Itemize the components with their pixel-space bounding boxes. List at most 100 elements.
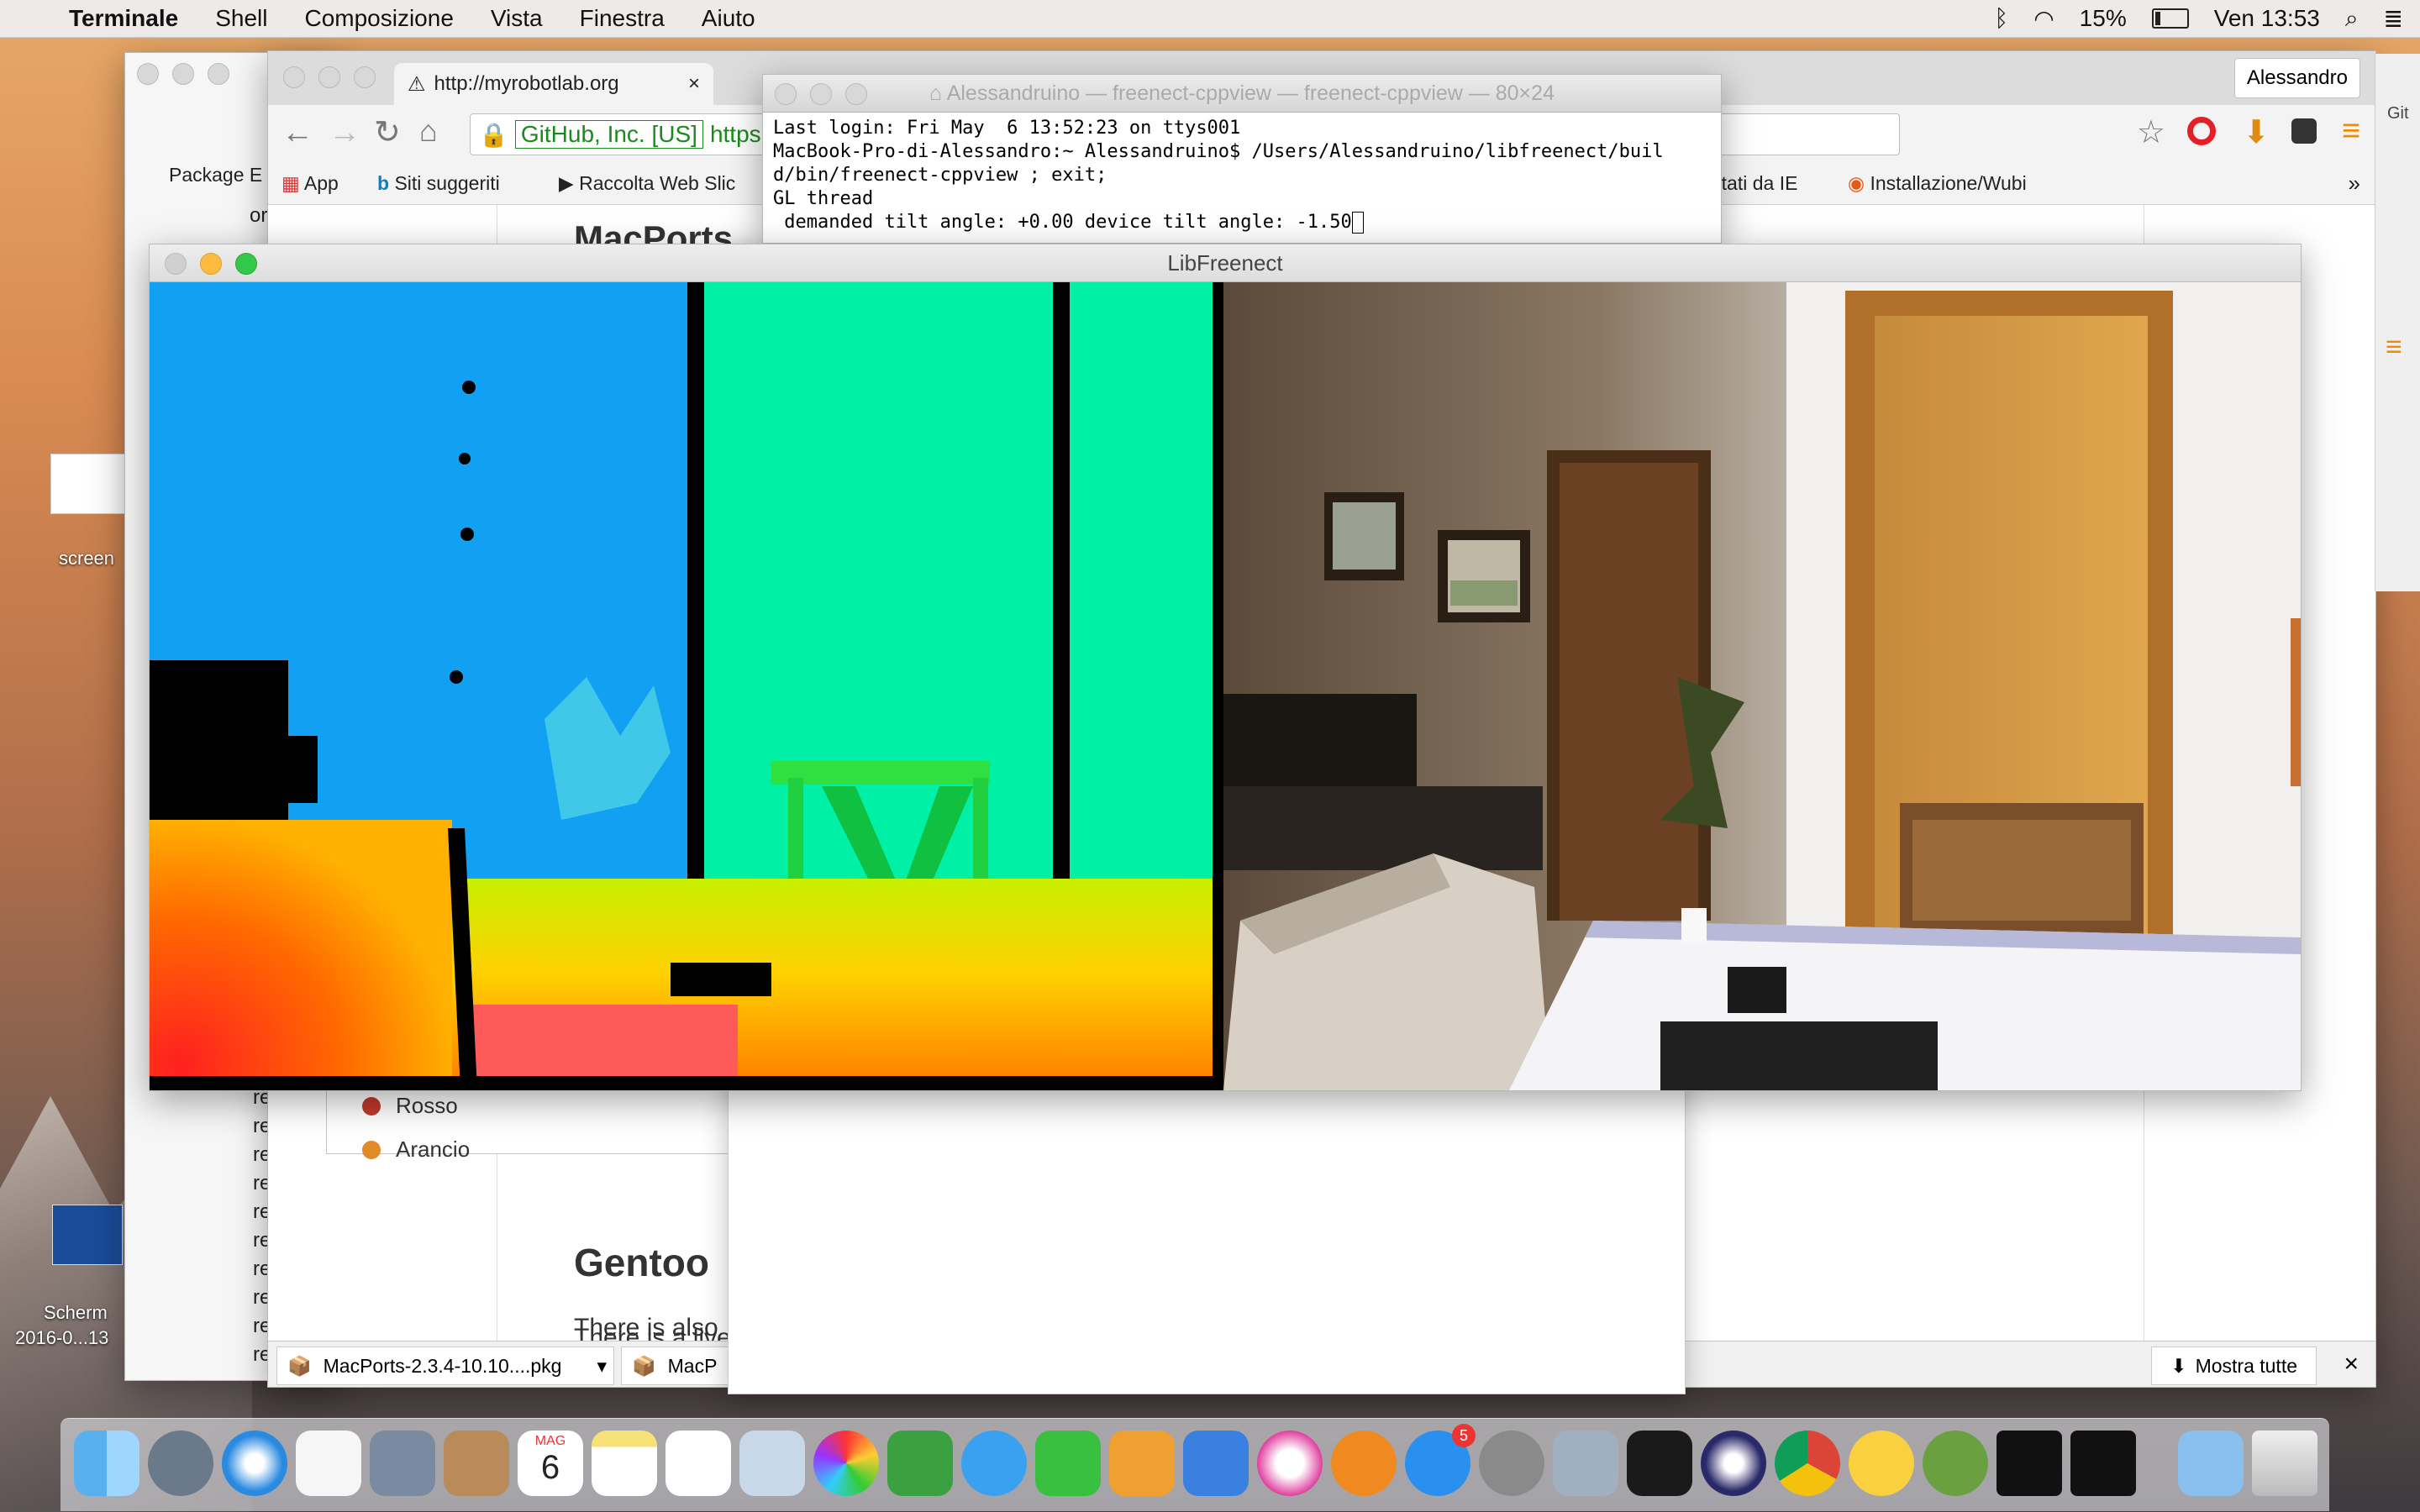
terminal-titlebar[interactable]: ⌂ Alessandruino — freenect-cppview — fre…	[763, 75, 1721, 113]
zoom-button[interactable]	[208, 63, 229, 85]
chrome-traffic-lights[interactable]	[283, 66, 376, 88]
keynote-icon[interactable]	[1183, 1431, 1249, 1496]
photos-icon[interactable]	[813, 1431, 879, 1496]
libfreenect-window[interactable]: LibFreenect	[149, 244, 2302, 1091]
ibooks-icon[interactable]	[1331, 1431, 1397, 1496]
network-utility-icon[interactable]	[1553, 1431, 1618, 1496]
reload-icon[interactable]: ↻	[374, 113, 401, 151]
notes-icon[interactable]	[592, 1431, 657, 1496]
facetime-icon[interactable]	[1035, 1431, 1101, 1496]
trash-icon[interactable]	[2252, 1431, 2317, 1496]
color-item-red[interactable]: Rosso	[362, 1093, 458, 1119]
bookmark-siti[interactable]: b Siti suggeriti	[377, 172, 500, 195]
menu-aiuto[interactable]: Aiuto	[683, 5, 774, 32]
pages-icon[interactable]	[1109, 1431, 1175, 1496]
android-studio-icon[interactable]	[1923, 1431, 1988, 1496]
menu-vista[interactable]: Vista	[472, 5, 561, 32]
close-button[interactable]	[775, 83, 797, 105]
bing-icon: b	[377, 172, 390, 194]
libfreenect-traffic-lights[interactable]	[165, 253, 257, 275]
bluetooth-icon[interactable]: ᛒ	[1994, 5, 2008, 32]
launchpad-icon[interactable]	[148, 1431, 213, 1496]
download-arrow-icon: ⬇	[2170, 1354, 2187, 1377]
star-icon[interactable]: ☆	[2137, 113, 2165, 151]
menu-icon[interactable]: ≡	[2342, 113, 2360, 150]
profile-button[interactable]: Alessandro	[2233, 58, 2360, 98]
minimize-button[interactable]	[318, 66, 340, 88]
terminal-output[interactable]: Last login: Fri May 6 13:52:23 on ttys00…	[773, 117, 1664, 234]
tree-item[interactable]: or	[250, 204, 267, 228]
tab-myrobotlab[interactable]: ⚠ http://myrobotlab.org ×	[394, 63, 713, 105]
eclipse-icon[interactable]	[1701, 1431, 1766, 1496]
downloads-folder-icon[interactable]	[2178, 1431, 2244, 1496]
bookmark-ie[interactable]: rtati da IE	[1715, 172, 1797, 195]
home-icon[interactable]: ⌂	[419, 113, 438, 149]
desktop-file-screen[interactable]	[50, 454, 136, 514]
libfreenect-titlebar[interactable]: LibFreenect	[150, 244, 2301, 282]
terminal-traffic-lights[interactable]	[775, 83, 867, 105]
bookmark-apps[interactable]: ▦ App	[281, 172, 339, 195]
close-button[interactable]	[283, 66, 305, 88]
package-explorer-label[interactable]: Package E	[169, 164, 262, 186]
minimize-button[interactable]	[200, 253, 222, 275]
close-button[interactable]	[165, 253, 187, 275]
messages-icon[interactable]	[961, 1431, 1027, 1496]
reminders-icon[interactable]	[666, 1431, 731, 1496]
battery-percent[interactable]: 15%	[2080, 5, 2127, 32]
dock: MAG 6 5	[60, 1418, 2329, 1511]
menu-shell[interactable]: Shell	[197, 5, 286, 32]
tab-close-icon[interactable]: ×	[688, 72, 700, 96]
terminal-window[interactable]: ⌂ Alessandruino — freenect-cppview — fre…	[762, 74, 1722, 244]
terminal-line: GL thread	[773, 188, 874, 209]
show-all-downloads-button[interactable]: ⬇ Mostra tutte	[2151, 1347, 2317, 1385]
cyberduck-icon[interactable]	[1849, 1431, 1914, 1496]
close-button[interactable]	[137, 63, 159, 85]
backwin-traffic-lights[interactable]	[137, 63, 229, 85]
menu-finestra[interactable]: Finestra	[561, 5, 683, 32]
download-item-1[interactable]: 📦 MacPorts-2.3.4-10.10....pkg ▾	[276, 1347, 614, 1385]
zoom-button[interactable]	[354, 66, 376, 88]
download-icon[interactable]: ⬇	[2243, 113, 2270, 151]
itunes-icon[interactable]	[1257, 1431, 1323, 1496]
zoom-button[interactable]	[235, 253, 257, 275]
show-all-label: Mostra tutte	[2195, 1354, 2297, 1377]
app-grid-icon[interactable]	[296, 1431, 361, 1496]
system-preferences-icon[interactable]	[1479, 1431, 1544, 1496]
forward-icon[interactable]: →	[329, 115, 360, 151]
downloads-close-icon[interactable]: ×	[2344, 1350, 2359, 1378]
spotlight-search-icon[interactable]: ⌕	[2345, 5, 2359, 33]
menu-app-name[interactable]: Terminale	[50, 5, 197, 32]
chevron-down-icon[interactable]: ▾	[597, 1355, 607, 1378]
zoom-button[interactable]	[845, 83, 867, 105]
preview-icon[interactable]	[739, 1431, 805, 1496]
desktop-file-screenshot[interactable]	[52, 1205, 123, 1265]
app-store-icon[interactable]: 5	[1405, 1424, 1476, 1496]
color-item-orange[interactable]: Arancio	[362, 1137, 470, 1163]
back-icon[interactable]: ←	[281, 115, 313, 151]
bookmark-install[interactable]: ◉ Installazione/Wubi	[1848, 172, 2027, 195]
bookmarks-overflow[interactable]: »	[2349, 171, 2360, 197]
right-sidebar-window[interactable]: Git ≡	[2375, 54, 2420, 591]
package-icon: 📦	[632, 1354, 656, 1377]
calendar-icon[interactable]: MAG 6	[518, 1431, 583, 1496]
wifi-icon[interactable]: ◠	[2033, 5, 2054, 33]
notification-center-icon[interactable]: ≣	[2384, 5, 2403, 33]
numbers-icon[interactable]	[887, 1431, 953, 1496]
chrome-icon[interactable]	[1775, 1431, 1840, 1496]
mail-stamp-icon[interactable]	[370, 1431, 435, 1496]
gopro-icon[interactable]	[1627, 1431, 1692, 1496]
opera-icon[interactable]	[2187, 117, 2216, 145]
battery-icon[interactable]	[2151, 8, 2189, 29]
terminal-icon[interactable]	[1996, 1431, 2062, 1496]
contacts-icon[interactable]	[444, 1431, 509, 1496]
sidebar-menu-icon[interactable]: ≡	[2386, 331, 2402, 364]
minimize-button[interactable]	[810, 83, 832, 105]
safari-icon[interactable]	[222, 1431, 287, 1496]
menu-composizione[interactable]: Composizione	[286, 5, 471, 32]
extension-icon[interactable]	[2291, 118, 2317, 144]
exec-icon[interactable]	[2070, 1431, 2136, 1496]
finder-icon[interactable]	[74, 1431, 139, 1496]
bookmark-raccolta[interactable]: ▶ Raccolta Web Slic	[559, 172, 735, 195]
minimize-button[interactable]	[172, 63, 194, 85]
clock[interactable]: Ven 13:53	[2214, 5, 2320, 32]
